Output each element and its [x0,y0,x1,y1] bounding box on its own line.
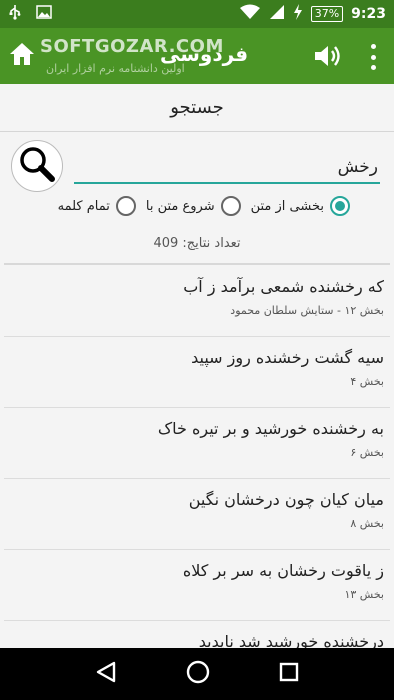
search-button[interactable] [11,140,63,192]
home-button[interactable] [0,28,44,84]
section-label: بخش ۶ [350,446,384,459]
verse-text: به رخشنده خورشید و بر تیره خاک [157,419,384,438]
section-label: بخش ۸ [350,517,384,530]
speaker-button[interactable] [312,42,342,70]
app-bar: SOFTGOZAR.COM اولین دانشنامه نرم افزار ا… [0,28,394,84]
list-item[interactable]: به رخشنده خورشید و بر تیره خاک بخش ۶ [4,408,390,479]
list-item[interactable]: ز یاقوت رخشان به سر بر کلاه بخش ۱۳ [4,550,390,621]
verse-text: سیه گشت رخشنده روز سپید [191,348,384,367]
verse-text: درخشنده خورشید شد ناپدید [198,632,384,648]
option-partial-text[interactable]: بخشی از متن [251,196,350,216]
section-label: بخش ۴ [350,375,384,388]
verse-text: ز یاقوت رخشان به سر بر کلاه [182,561,384,580]
battery-indicator: 37% [310,6,344,22]
app-title: فردوسی [160,42,249,66]
radio-whole-word[interactable] [115,196,136,216]
section-label: بخش ۱۲ - ستایش سلطان محمود [230,304,384,317]
verse-text: که رخشنده شمعی برآمد ز آب [183,277,384,296]
option-label: تمام کلمه [57,198,110,214]
page-title: جستجو [0,84,394,132]
section-label: بخش ۱۳ [344,588,384,601]
list-item[interactable]: درخشنده خورشید شد ناپدید [4,621,390,648]
wifi-icon [239,4,261,24]
list-item[interactable]: سیه گشت رخشنده روز سپید بخش ۴ [4,337,390,408]
home-icon [9,42,35,70]
search-screen: جستجو بخشی از متن شروع متن با تمام کلمه … [0,84,394,648]
search-input[interactable] [74,152,380,184]
search-row [0,132,394,202]
list-item[interactable]: میان کیان چون درخشان نگین بخش ۸ [4,479,390,550]
navigation-bar [0,648,394,700]
divider [4,263,390,265]
results-list: که رخشنده شمعی برآمد ز آب بخش ۱۲ - ستایش… [4,266,390,648]
option-whole-word[interactable]: تمام کلمه [58,196,136,216]
recents-icon[interactable] [278,661,300,687]
search-mode-options: بخشی از متن شروع متن با تمام کلمه [58,196,350,216]
result-count: تعداد نتایج: 409 [153,236,241,251]
option-label: شروع متن با [145,198,215,214]
radio-partial-text[interactable] [330,196,350,216]
radio-starts-with[interactable] [220,196,241,216]
clock: 9:23 [351,6,386,22]
back-icon[interactable] [94,660,118,688]
signal-icon [269,4,285,24]
list-item[interactable]: که رخشنده شمعی برآمد ز آب بخش ۱۲ - ستایش… [4,266,390,337]
verse-text: میان کیان چون درخشان نگین [188,490,384,509]
image-icon [36,5,52,23]
charging-icon [293,4,303,24]
option-starts-with[interactable]: شروع متن با [146,196,241,216]
option-label: بخشی از متن [250,198,324,214]
search-icon [17,144,57,188]
home-nav-icon[interactable] [185,659,211,689]
usb-icon [8,4,22,24]
overflow-menu-icon[interactable] [362,44,384,70]
status-bar: 37% 9:23 [0,0,394,28]
